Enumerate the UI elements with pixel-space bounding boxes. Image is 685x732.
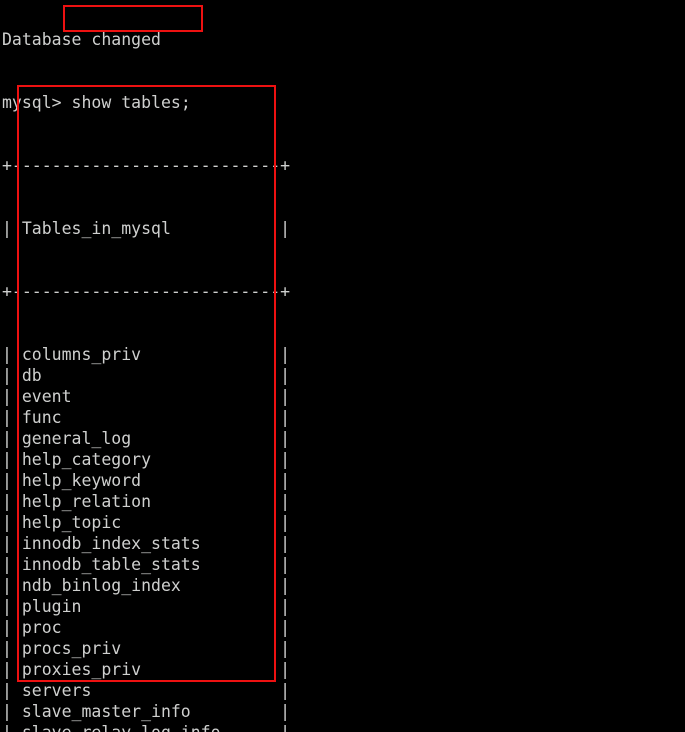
table-header-row: | Tables_in_mysql |: [2, 219, 291, 238]
table-row: | db |: [2, 366, 291, 385]
table-row: | innodb_table_stats |: [2, 555, 291, 574]
table-row: | proxies_priv |: [2, 660, 291, 679]
table-row: | event |: [2, 387, 291, 406]
table-row: | help_category |: [2, 450, 291, 469]
table-row: | servers |: [2, 681, 291, 700]
table-header-separator: +---------------------------+: [2, 282, 291, 301]
table-row: | help_relation |: [2, 492, 291, 511]
table-row: | help_topic |: [2, 513, 291, 532]
table-row: | plugin |: [2, 597, 291, 616]
table-row: | proc |: [2, 618, 291, 637]
table-row: | slave_relay_log_info |: [2, 722, 290, 732]
terminal-window[interactable]: Database changed mysql> show tables; +--…: [0, 0, 685, 732]
table-row: | slave_master_info |: [2, 702, 291, 721]
table-row: | innodb_index_stats |: [2, 534, 291, 553]
table-row: | help_keyword |: [2, 471, 291, 490]
terminal-output: Database changed mysql> show tables; +--…: [2, 0, 290, 732]
table-row: | general_log |: [2, 429, 291, 448]
table-row: | func |: [2, 408, 291, 427]
table-row: | procs_priv |: [2, 639, 291, 658]
table-body: | columns_priv | | db | | event | | func | |…: [2, 344, 290, 732]
table-row: | columns_priv |: [2, 345, 291, 364]
command-text[interactable]: show tables;: [72, 93, 191, 112]
scrollback-line: Database changed: [2, 30, 161, 49]
table-row: | ndb_binlog_index |: [2, 576, 291, 595]
table-top-border: +---------------------------+: [2, 156, 291, 175]
prompt-line: mysql> show tables;: [2, 92, 290, 113]
mysql-prompt: mysql>: [2, 93, 72, 112]
